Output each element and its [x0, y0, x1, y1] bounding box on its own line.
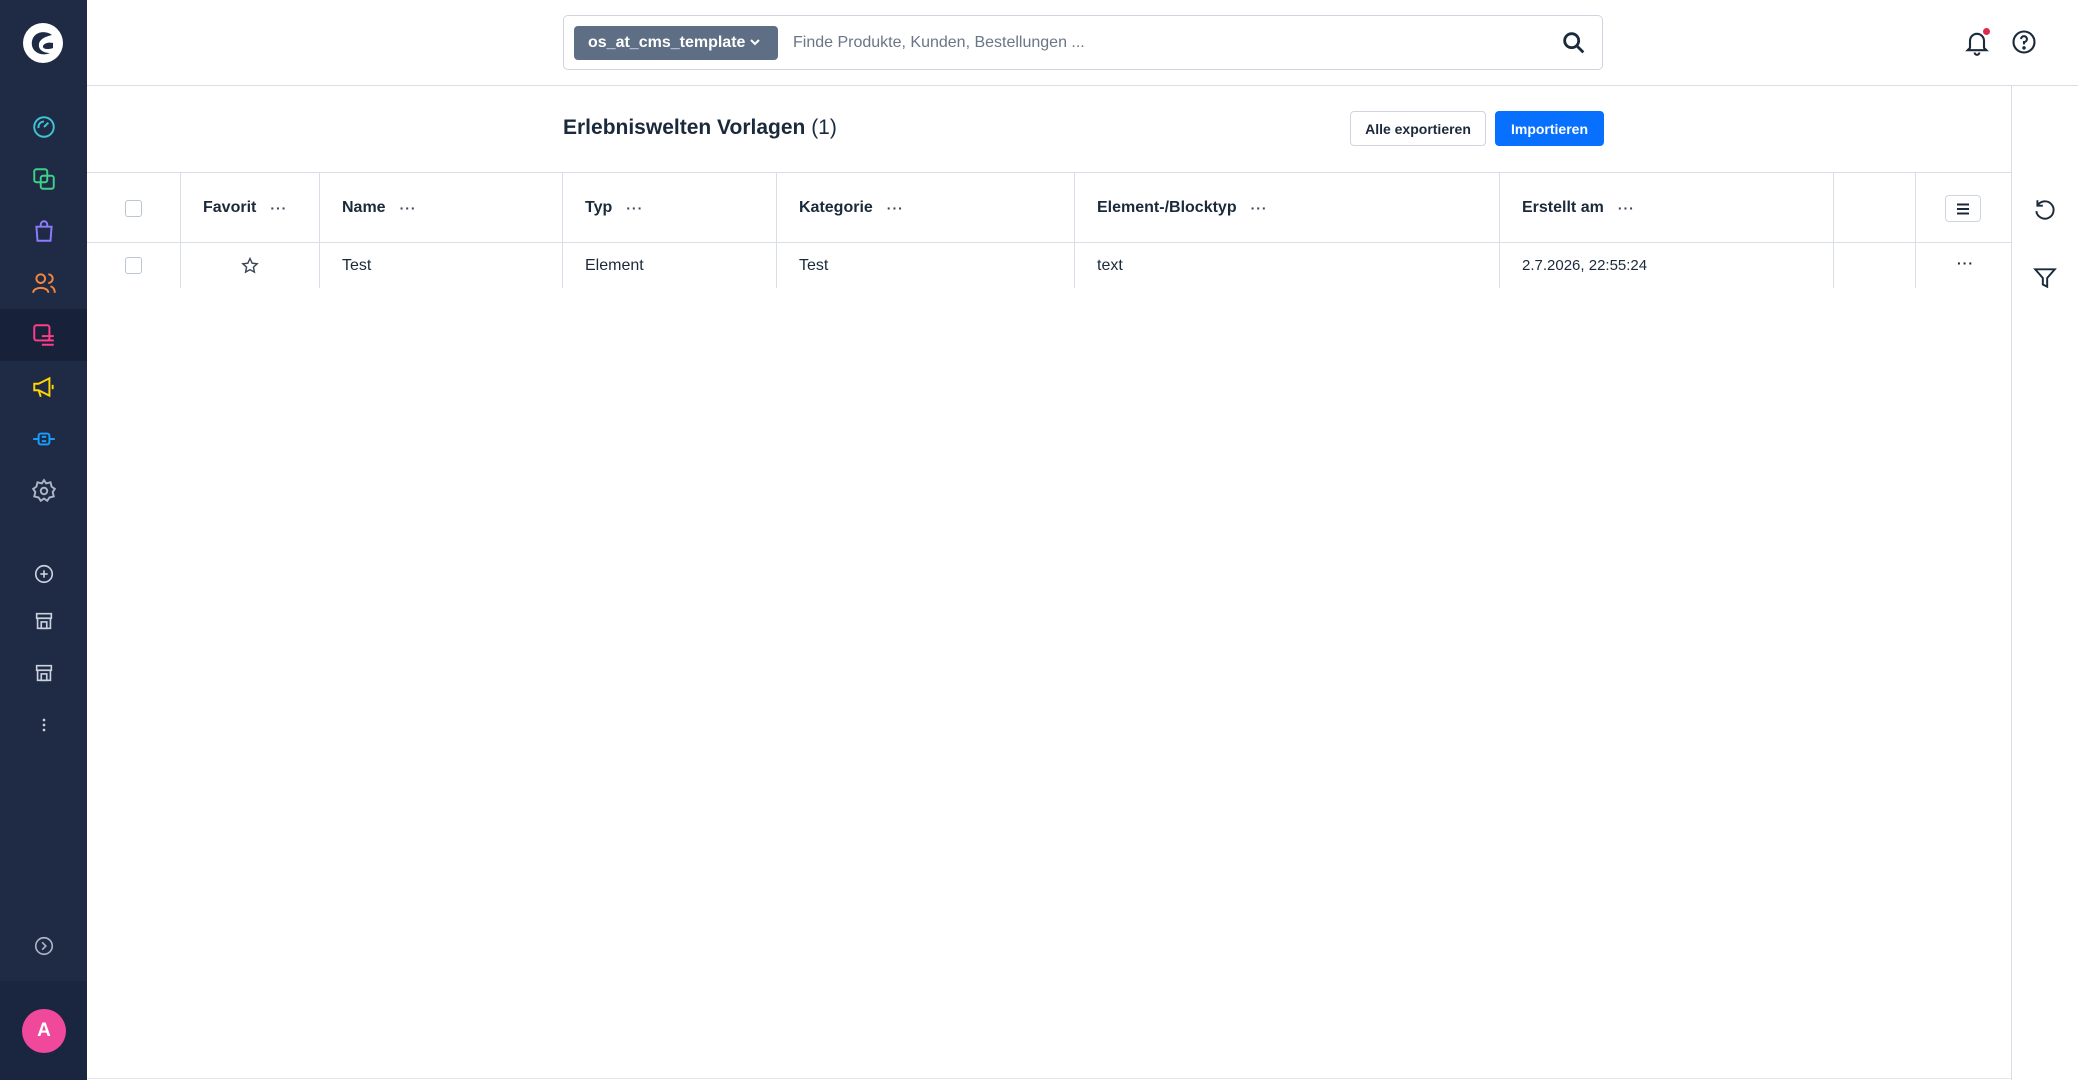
cell-erstellt-am: 2.7.2026, 22:55:24	[1522, 257, 1648, 274]
column-divider	[180, 172, 181, 288]
help-icon	[2012, 30, 2036, 54]
cell-kategorie: Test	[799, 256, 829, 274]
column-divider	[562, 172, 563, 288]
column-header-name[interactable]: Name ···	[342, 173, 417, 243]
more-icon	[42, 718, 45, 732]
row-select-cell	[125, 243, 142, 288]
refresh-icon[interactable]	[2032, 197, 2058, 223]
sidebar-item-dashboard[interactable]	[0, 101, 87, 153]
sidebar-item-content[interactable]	[0, 309, 87, 361]
column-divider	[776, 172, 777, 288]
notification-dot	[1983, 28, 1990, 35]
column-header-label: Kategorie	[799, 199, 873, 216]
cell-name[interactable]: Test	[342, 243, 371, 288]
dashboard-icon	[32, 116, 55, 138]
add-sales-channel-icon	[34, 564, 53, 584]
column-divider	[1074, 172, 1075, 288]
sidebar-item-storefront-1[interactable]	[0, 595, 87, 647]
sidebar-item-storefront-2[interactable]	[0, 647, 87, 699]
storefront-icon	[35, 664, 52, 682]
column-options-button[interactable]: ···	[887, 200, 904, 216]
page-title: Erlebniswelten Vorlagen (1)	[563, 116, 837, 140]
page-title-count: (1)	[811, 116, 837, 139]
menu-icon	[1957, 203, 1969, 214]
settings-icon	[31, 478, 56, 503]
column-divider	[1915, 172, 1916, 288]
row-actions-button[interactable]: ···	[1957, 255, 1974, 271]
column-header-favorit[interactable]: Favorit ···	[203, 173, 287, 243]
column-divider	[1499, 172, 1500, 288]
global-search: os_at_cms_template	[563, 15, 1603, 70]
sidebar-item-customers[interactable]	[0, 257, 87, 309]
row-checkbox[interactable]	[125, 257, 142, 274]
filter-icon[interactable]	[2032, 265, 2058, 291]
sidebar-item-add-sales-channel[interactable]	[0, 548, 87, 600]
admin-sidebar: A	[0, 0, 87, 1080]
storefront-icon	[35, 612, 52, 630]
chevron-down-icon	[750, 39, 760, 46]
catalogue-icon	[32, 168, 55, 190]
column-options-button[interactable]: ···	[1618, 200, 1635, 216]
favorite-cell	[240, 243, 260, 288]
marketing-icon	[32, 376, 54, 398]
column-divider	[1833, 172, 1834, 288]
sidebar-item-extensions[interactable]	[0, 413, 87, 465]
shopware-logo-icon[interactable]	[22, 22, 64, 64]
column-header-kategorie[interactable]: Kategorie ···	[799, 173, 904, 243]
column-options-button[interactable]: ···	[400, 200, 417, 216]
customers-icon	[31, 273, 56, 294]
column-header-label: Typ	[585, 199, 613, 216]
table-row[interactable]: Test Element Test text 2.7.2026, 22:55:2…	[87, 243, 2011, 288]
grid-settings-button[interactable]	[1945, 195, 1981, 222]
avatar[interactable]: A	[22, 1009, 66, 1053]
bottom-border	[87, 1078, 2011, 1079]
column-options-button[interactable]: ···	[1251, 200, 1268, 216]
notifications-button[interactable]	[1963, 28, 1991, 56]
search-input[interactable]	[793, 26, 1553, 60]
orders-icon	[34, 220, 53, 242]
export-all-button[interactable]: Alle exportieren	[1350, 111, 1486, 146]
help-button[interactable]	[2010, 28, 2038, 56]
column-header-label: Element-/Blocktyp	[1097, 199, 1237, 216]
column-header-label: Name	[342, 199, 386, 216]
sidebar-item-catalogues[interactable]	[0, 153, 87, 205]
sidebar-right	[2011, 86, 2078, 1080]
column-header-label: Favorit	[203, 199, 257, 216]
sidebar-item-orders[interactable]	[0, 205, 87, 257]
sidebar-item-more[interactable]	[0, 699, 87, 751]
search-type-label: os_at_cms_template	[588, 34, 746, 51]
cell-blocktyp: text	[1097, 256, 1123, 274]
sidebar-item-marketing[interactable]	[0, 361, 87, 413]
search-icon[interactable]	[1560, 29, 1588, 57]
select-all-checkbox[interactable]	[125, 199, 142, 217]
extensions-icon	[32, 432, 55, 446]
column-header-label: Erstellt am	[1522, 199, 1604, 216]
column-header-blocktyp[interactable]: Element-/Blocktyp ···	[1097, 173, 1268, 243]
column-header-erstellt-am[interactable]: Erstellt am ···	[1522, 173, 1635, 243]
page-title-text: Erlebniswelten Vorlagen	[563, 116, 806, 139]
collapse-icon	[34, 936, 53, 956]
sidebar-collapse-button[interactable]	[0, 920, 87, 972]
import-button[interactable]: Importieren	[1495, 111, 1604, 146]
search-type-selector[interactable]: os_at_cms_template	[574, 26, 778, 60]
cell-typ: Element	[585, 256, 644, 274]
sidebar-item-settings[interactable]	[0, 465, 87, 517]
content-icon	[32, 324, 54, 346]
column-header-typ[interactable]: Typ ···	[585, 173, 643, 243]
select-all-cell	[125, 173, 142, 243]
column-divider	[319, 172, 320, 288]
column-options-button[interactable]: ···	[270, 200, 287, 216]
top-bar: os_at_cms_template	[87, 0, 2078, 86]
star-icon[interactable]	[240, 256, 260, 276]
grid-header: Favorit ··· Name ··· Typ ··· Kategorie ·…	[87, 172, 2011, 243]
column-options-button[interactable]: ···	[626, 200, 643, 216]
